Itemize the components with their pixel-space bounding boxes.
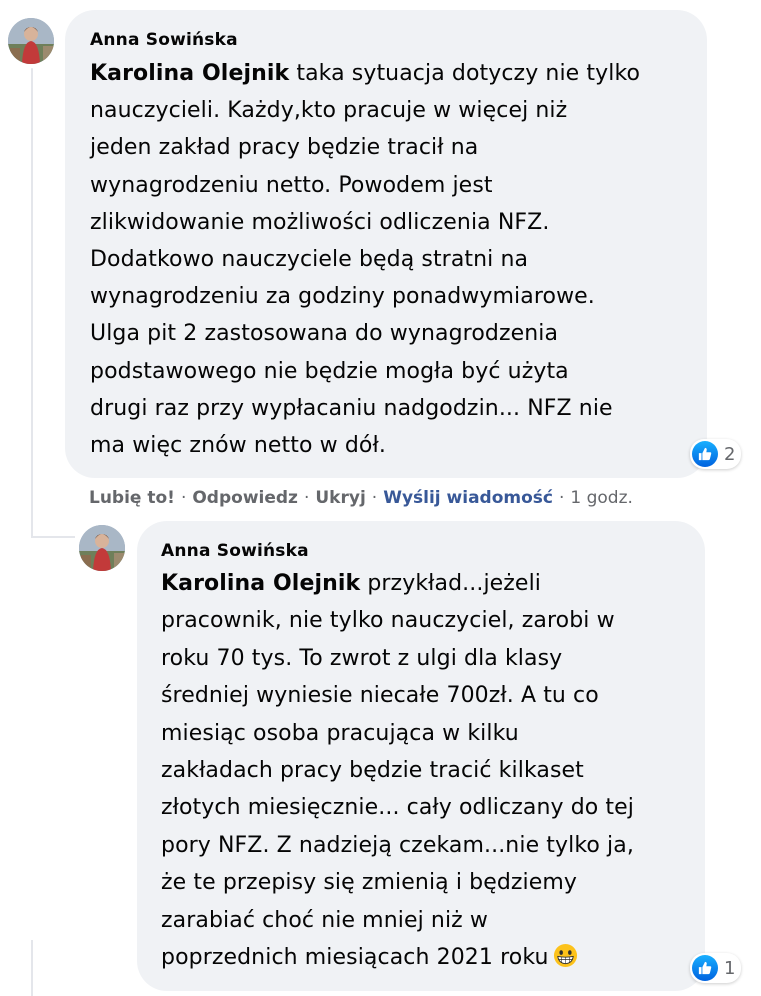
reaction-count: 1	[724, 957, 736, 979]
mention-link[interactable]: Karolina Olejnik	[90, 61, 289, 86]
separator: ·	[180, 488, 187, 508]
reply-button[interactable]: Odpowiedz	[192, 488, 298, 508]
send-message-button[interactable]: Wyślij wiadomość	[383, 488, 553, 508]
mention-link[interactable]: Karolina Olejnik	[161, 571, 360, 596]
separator: ·	[371, 488, 378, 508]
separator: ·	[558, 488, 565, 508]
separator: ·	[303, 488, 310, 508]
like-button[interactable]: Lubię to!	[89, 488, 175, 508]
comment-text: Karolina Olejnik taka sytuacja dotyczy n…	[90, 55, 687, 464]
avatar[interactable]	[8, 18, 54, 64]
hide-button[interactable]: Ukryj	[315, 488, 365, 508]
comment-text: Karolina Olejnik przykład...jeżeli praco…	[161, 565, 685, 976]
reply-bubble: Anna Sowińska Karolina Olejnik przykład.…	[137, 521, 705, 991]
thread-line-continued	[31, 940, 33, 996]
avatar[interactable]	[79, 525, 125, 571]
reaction-count: 2	[724, 443, 736, 465]
thread-line	[31, 68, 33, 538]
comment-body: taka sytuacja dotyczy nie tylko nauczyci…	[90, 61, 641, 459]
comment-author[interactable]: Anna Sowińska	[161, 539, 685, 563]
grinning-face-icon	[553, 943, 578, 968]
like-icon	[692, 441, 718, 467]
comment-bubble: Anna Sowińska Karolina Olejnik taka sytu…	[65, 10, 707, 478]
thread-branch-line	[31, 536, 75, 538]
comment-body: przykład...jeżeli pracownik, nie tylko n…	[161, 571, 634, 971]
timestamp[interactable]: 1 godz.	[570, 488, 633, 508]
comment-author[interactable]: Anna Sowińska	[90, 28, 687, 52]
comment-actions: Lubię to! · Odpowiedz · Ukryj · Wyślij w…	[89, 484, 633, 512]
reaction-summary[interactable]: 2	[690, 439, 742, 469]
reaction-summary[interactable]: 1	[690, 953, 742, 983]
like-icon	[692, 955, 718, 981]
